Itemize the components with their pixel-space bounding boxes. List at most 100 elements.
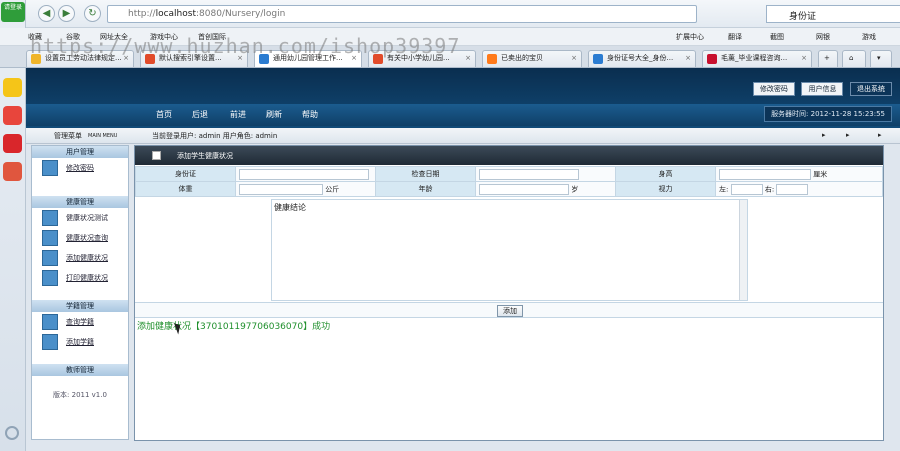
check-date-input[interactable] (479, 168, 579, 180)
health-form: 身份证 检查日期 身高 厘米 体重 公斤 年龄 岁 视力 左: 右: (135, 166, 883, 197)
menu-group-health[interactable]: 健康管理 (32, 196, 128, 208)
height-input[interactable] (719, 168, 811, 180)
menu-item-health-print[interactable]: 打印健康状况 (32, 268, 128, 288)
arrow-icon[interactable]: ▸ (822, 131, 826, 139)
search-icon[interactable]: ⌕ (895, 7, 900, 21)
menu-subtitle: MAIN MENU (88, 133, 118, 139)
menu-group-enrollment[interactable]: 学籍管理 (32, 300, 128, 312)
close-icon: × (685, 54, 691, 62)
bookmark-item[interactable]: 翻译 (728, 32, 742, 42)
menu-item-add-enrollment[interactable]: 添加学籍 (32, 332, 128, 352)
nav-back[interactable]: 后退 (192, 109, 208, 120)
form-titlebar: 添加学生健康状况 (135, 146, 883, 165)
login-label: 请登录 (3, 4, 22, 11)
version-label: 版本: 2011 v1.0 (53, 391, 107, 399)
height-label: 身高 (615, 166, 716, 182)
forward-icon[interactable]: ▶ (58, 5, 75, 22)
status-strip: 管理菜单 MAIN MENU 当前登录用户: admin 用户角色: admin… (26, 128, 900, 144)
browser-toolbar: ◀ ▶ ↻ http://localhost:8080/Nursery/logi… (26, 0, 900, 28)
vision-right-input[interactable] (776, 183, 809, 195)
height-unit: 厘米 (813, 170, 828, 178)
header-buttons: 修改密码 用户信息 退出系统 (749, 82, 892, 96)
conclusion-textarea[interactable]: 健康结论 (271, 199, 748, 301)
menu-item-health-add[interactable]: 添加健康状况 (32, 248, 128, 268)
document-icon (42, 230, 58, 246)
age-input[interactable] (479, 183, 569, 195)
search-box[interactable]: 身份证 ⌕ (766, 5, 900, 23)
browser-tab[interactable]: 毛薰_毕业课程咨询... × (702, 50, 812, 67)
check-date-label: 检查日期 (375, 166, 476, 182)
arrow-icon[interactable]: ▸ (878, 131, 882, 139)
nav-home[interactable]: 首页 (156, 109, 172, 120)
main-panel: 添加学生健康状况 身份证 检查日期 身高 厘米 体重 公斤 年龄 岁 视力 左:… (134, 145, 884, 441)
user-info-button[interactable]: 用户信息 (801, 82, 844, 96)
current-user: 当前登录用户: admin 用户角色: admin (152, 132, 278, 140)
home-icon[interactable]: ⌂ (842, 50, 866, 67)
age-unit: 岁 (571, 185, 579, 193)
bookmark-item[interactable]: 扩展中心 (676, 32, 704, 42)
document-icon (42, 210, 58, 226)
user-icon (42, 160, 58, 176)
browser-tab[interactable]: 已卖出的宝贝 × (482, 50, 582, 67)
app-logo (36, 76, 156, 106)
new-tab-button[interactable]: + (818, 50, 838, 67)
document-icon (42, 334, 58, 350)
server-time: 服务器时间: 2012-11-28 15:23:55 (764, 106, 892, 122)
idcard-label: 身份证 (135, 166, 236, 182)
add-row: 添加 (135, 302, 883, 318)
nav-forward[interactable]: 前进 (230, 109, 246, 120)
app-header: 修改密码 用户信息 退出系统 首页 后退 前进 刷新 帮助 服务器时间: 201… (26, 68, 900, 128)
add-button[interactable]: 添加 (497, 305, 523, 317)
browser-tab[interactable]: 身份证号大全_身份... × (588, 50, 696, 67)
address-url: http://localhost:8080/Nursery/login (128, 9, 286, 19)
back-icon[interactable]: ◀ (38, 5, 55, 22)
weight-unit: 公斤 (325, 185, 340, 193)
success-message: 添加健康状况【370101197706036070】成功 (137, 322, 331, 332)
login-button[interactable]: 请登录 (1, 2, 25, 22)
menu-group-user[interactable]: 用户管理 (32, 146, 128, 158)
checkbox-icon (152, 151, 161, 160)
logout-button[interactable]: 退出系统 (850, 82, 892, 96)
change-password-button[interactable]: 修改密码 (752, 82, 795, 96)
bookmark-item[interactable]: 网银 (816, 32, 830, 42)
trash-icon[interactable]: ▾ (870, 50, 892, 67)
textarea-scrollbar[interactable] (739, 200, 747, 300)
reload-icon[interactable]: ↻ (84, 5, 101, 22)
bookmark-item[interactable]: 游戏 (862, 32, 876, 42)
menu-item-health-query[interactable]: 健康状况查询 (32, 228, 128, 248)
vision-left-input[interactable] (730, 183, 763, 195)
document-icon (42, 270, 58, 286)
nav-help[interactable]: 帮助 (302, 109, 318, 120)
email-icon[interactable] (3, 162, 22, 181)
weight-label: 体重 (135, 181, 236, 197)
idcard-input[interactable] (239, 168, 369, 180)
document-icon (42, 250, 58, 266)
menu-title: 管理菜单 (54, 132, 82, 140)
vision-right-label: 右: (764, 185, 775, 193)
document-icon (42, 314, 58, 330)
nav-refresh[interactable]: 刷新 (266, 109, 282, 120)
menu-item-change-password[interactable]: 修改密码 (32, 158, 128, 178)
menu-group-teacher[interactable]: 教师管理 (32, 364, 128, 376)
menu-item-health-test[interactable]: 健康状况测试 (32, 208, 128, 228)
settings-gear-icon[interactable] (5, 426, 19, 440)
close-icon: × (465, 54, 471, 62)
watermark-text: https://www.huzhan.com/ishop39397 (30, 34, 461, 58)
arrow-icon[interactable]: ▸ (846, 131, 850, 139)
favorites-icon[interactable] (3, 78, 22, 97)
close-icon: × (801, 54, 807, 62)
left-menu: 用户管理 修改密码 健康管理 健康状况测试 健康状况查询 添加健康状况 打印健康… (31, 145, 129, 440)
conclusion-label: 健康结论 (274, 203, 306, 212)
close-icon: × (571, 54, 577, 62)
weight-input[interactable] (239, 183, 323, 195)
vision-label: 视力 (615, 181, 716, 197)
form-title: 添加学生健康状况 (177, 152, 233, 160)
search-input[interactable]: 身份证 (789, 9, 816, 22)
bookmark-item[interactable]: 截图 (770, 32, 784, 42)
age-label: 年龄 (375, 181, 476, 197)
vision-left-label: 左: (719, 185, 729, 193)
weibo-icon[interactable] (3, 134, 22, 153)
notes-icon[interactable] (3, 106, 22, 125)
address-bar[interactable]: http://localhost:8080/Nursery/login (107, 5, 697, 23)
menu-item-query-enrollment[interactable]: 查询学籍 (32, 312, 128, 332)
